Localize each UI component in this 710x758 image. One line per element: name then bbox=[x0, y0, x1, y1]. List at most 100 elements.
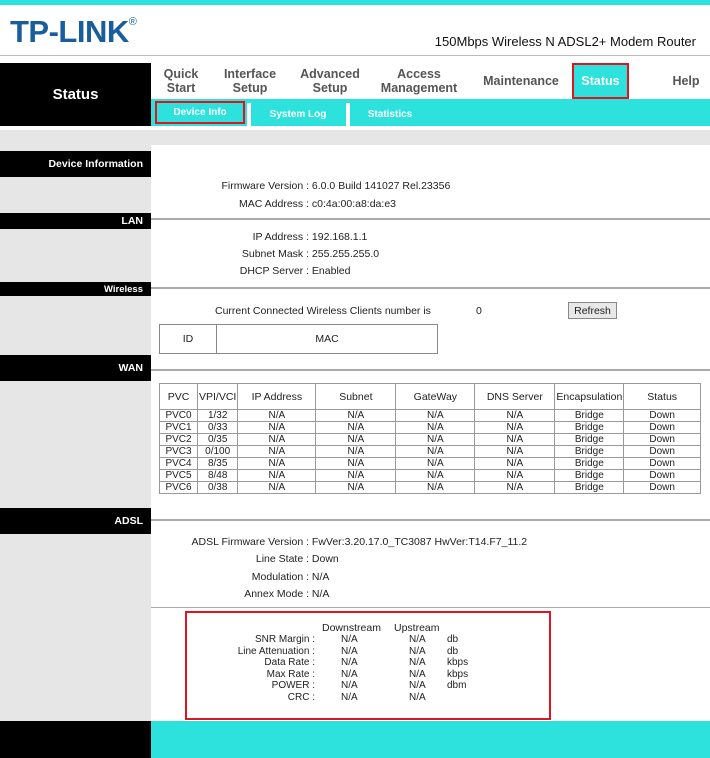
wan-table: PVC VPI/VCI IP Address Subnet GateWay DN… bbox=[159, 383, 701, 494]
table-row: PVC3 0/100 N/A N/A N/A N/A Bridge Down bbox=[159, 445, 701, 458]
table-cell: PVC5 bbox=[159, 469, 198, 482]
menu-label: Quick bbox=[163, 67, 199, 81]
column-header: Encapsulation bbox=[554, 383, 625, 410]
table-row: PVC0 1/32 N/A N/A N/A N/A Bridge Down bbox=[159, 409, 701, 422]
menu-access-management[interactable]: Access Management bbox=[379, 63, 459, 99]
table-cell: 8/35 bbox=[196, 457, 239, 470]
side-title: Status bbox=[0, 63, 151, 126]
table-cell: Down bbox=[623, 445, 701, 458]
table-cell: N/A bbox=[315, 409, 397, 422]
stat-label: Data Rate : bbox=[264, 657, 315, 668]
subnav-statistics[interactable]: Statistics bbox=[350, 103, 430, 126]
ip-address-value: 192.168.1.1 bbox=[311, 231, 368, 243]
menu-advanced-setup[interactable]: Advanced Setup bbox=[295, 63, 365, 99]
subnet-mask-label: Subnet Mask : bbox=[241, 248, 309, 260]
table-cell: PVC1 bbox=[159, 421, 198, 434]
table-cell: N/A bbox=[237, 409, 317, 422]
wireless-clients-table: ID MAC bbox=[159, 324, 438, 354]
stat-label: SNR Margin : bbox=[254, 634, 315, 645]
table-cell: N/A bbox=[395, 409, 476, 422]
section-divider bbox=[151, 519, 710, 521]
refresh-button[interactable]: Refresh bbox=[568, 302, 617, 319]
table-cell: PVC2 bbox=[159, 433, 198, 446]
mac-address-row: MAC Address : c0:4a:00:a8:da:e3 bbox=[151, 198, 396, 210]
ip-address-label: IP Address : bbox=[252, 231, 309, 243]
section-adsl: ADSL bbox=[0, 508, 151, 534]
column-header: IP Address bbox=[237, 383, 317, 410]
tp-link-logo: TP-LINK® bbox=[10, 14, 137, 50]
model-name: 150Mbps Wireless N ADSL2+ Modem Router bbox=[434, 34, 696, 49]
stat-downstream-value: N/A bbox=[341, 645, 358, 657]
table-cell: Bridge bbox=[554, 409, 625, 422]
table-cell: N/A bbox=[395, 457, 476, 470]
sub-navigation: Device Info System Log Statistics bbox=[151, 99, 710, 126]
section-divider bbox=[151, 369, 710, 371]
table-cell: Down bbox=[623, 421, 701, 434]
table-cell: N/A bbox=[315, 469, 397, 482]
menu-label: Setup bbox=[312, 81, 348, 95]
stat-upstream-value: N/A bbox=[409, 668, 426, 680]
menu-status[interactable]: Status bbox=[572, 63, 629, 99]
table-cell: Bridge bbox=[554, 481, 625, 494]
menu-label: Management bbox=[380, 81, 458, 95]
table-cell: N/A bbox=[474, 421, 556, 434]
table-cell: Bridge bbox=[554, 457, 625, 470]
stat-downstream-value: N/A bbox=[341, 680, 358, 691]
mac-address-label: MAC Address : bbox=[238, 198, 309, 210]
stat-unit: db bbox=[447, 634, 459, 645]
subnav-system-log[interactable]: System Log bbox=[251, 103, 345, 126]
modulation-value: N/A bbox=[311, 571, 330, 583]
line-state-label: Line State : bbox=[255, 553, 309, 565]
table-cell: PVC3 bbox=[159, 445, 198, 458]
table-cell: Down bbox=[623, 469, 701, 482]
menu-quick-start[interactable]: Quick Start bbox=[151, 63, 211, 99]
table-cell: N/A bbox=[237, 445, 317, 458]
table-cell: N/A bbox=[315, 421, 397, 434]
table-cell: 0/100 bbox=[196, 445, 239, 458]
menu-label: Start bbox=[166, 81, 196, 95]
table-cell: Down bbox=[623, 481, 701, 494]
firmware-version-value: 6.0.0 Build 141027 Rel.23356 bbox=[311, 180, 451, 192]
annex-mode-row: Annex Mode : N/A bbox=[151, 588, 329, 600]
table-row: PVC6 0/38 N/A N/A N/A N/A Bridge Down bbox=[159, 481, 701, 494]
section-divider bbox=[151, 218, 710, 220]
column-header: GateWay bbox=[395, 383, 476, 410]
logo-text: TP-LINK bbox=[10, 14, 129, 49]
stat-unit: kbps bbox=[447, 668, 469, 680]
section-divider bbox=[151, 287, 710, 289]
table-cell: N/A bbox=[474, 445, 556, 458]
table-cell: Bridge bbox=[554, 469, 625, 482]
stat-downstream-value: N/A bbox=[341, 691, 358, 703]
table-cell: N/A bbox=[315, 433, 397, 446]
table-header-row: PVC VPI/VCI IP Address Subnet GateWay DN… bbox=[159, 383, 701, 410]
stat-downstream-value: N/A bbox=[341, 668, 358, 680]
table-cell: N/A bbox=[237, 481, 317, 494]
annex-mode-label: Annex Mode : bbox=[244, 588, 309, 600]
stat-upstream-value: N/A bbox=[409, 691, 426, 703]
adsl-firmware-value: FwVer:3.20.17.0_TC3087 HwVer:T14.F7_11.2 bbox=[311, 536, 528, 548]
subnav-device-info[interactable]: Device Info bbox=[155, 101, 245, 124]
menu-interface-setup[interactable]: Interface Setup bbox=[217, 63, 283, 99]
downstream-header: Downstream bbox=[322, 622, 381, 634]
registered-mark: ® bbox=[128, 16, 137, 28]
wireless-clients-label: Current Connected Wireless Clients numbe… bbox=[215, 305, 431, 317]
modulation-label: Modulation : bbox=[251, 571, 309, 583]
stat-label: POWER : bbox=[271, 680, 315, 691]
table-cell: PVC4 bbox=[159, 457, 198, 470]
table-cell: 1/32 bbox=[196, 409, 239, 422]
table-cell: N/A bbox=[237, 421, 317, 434]
stat-unit: kbps bbox=[447, 657, 469, 668]
table-cell: PVC6 bbox=[159, 481, 198, 494]
menu-maintenance[interactable]: Maintenance bbox=[481, 63, 561, 99]
dhcp-server-row: DHCP Server : Enabled bbox=[151, 265, 351, 277]
line-state-row: Line State : Down bbox=[151, 553, 339, 565]
table-cell: N/A bbox=[395, 445, 476, 458]
menu-help[interactable]: Help bbox=[666, 63, 706, 99]
section-divider bbox=[151, 607, 710, 608]
menu-label: Help bbox=[672, 74, 700, 88]
annex-mode-value: N/A bbox=[311, 588, 330, 600]
section-device-information: Device Information bbox=[0, 151, 151, 177]
stat-unit: db bbox=[447, 645, 459, 657]
table-row: PVC4 8/35 N/A N/A N/A N/A Bridge Down bbox=[159, 457, 701, 470]
menu-label: Setup bbox=[232, 81, 268, 95]
